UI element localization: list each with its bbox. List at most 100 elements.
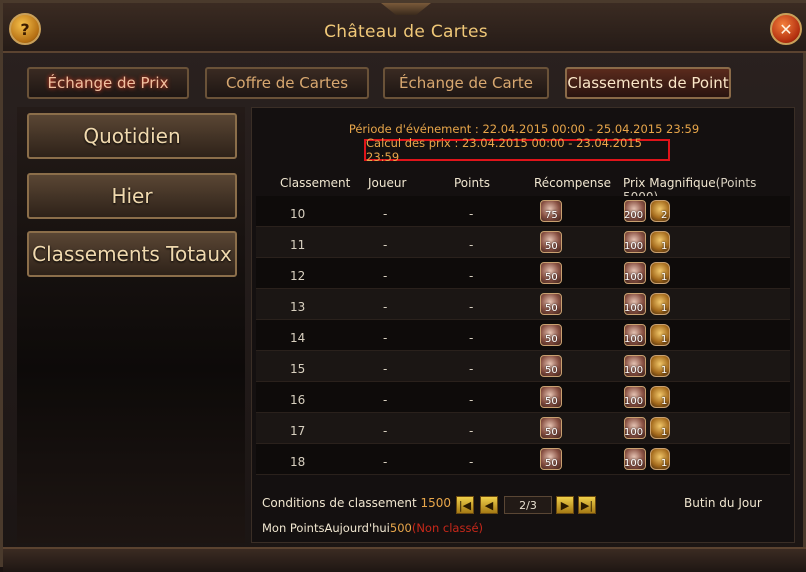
grand-prize-gem-amount: 100: [624, 365, 644, 376]
grand-prize-bag-amount: 1: [661, 396, 668, 407]
table-row: 13 - - 50 100 1: [256, 289, 790, 320]
grand-prize-bag-amount: 1: [661, 427, 668, 438]
rank-cell: 16: [290, 393, 306, 407]
header-points: Points: [454, 176, 491, 190]
sidebar-item-classements-totaux[interactable]: Classements Totaux: [27, 231, 237, 277]
daily-loot-button[interactable]: Butin du Jour: [684, 496, 762, 510]
table-row: 18 - - 50 100 1: [256, 444, 790, 475]
points-cell: -: [469, 300, 474, 314]
player-cell: -: [383, 300, 388, 314]
help-button[interactable]: ?: [9, 13, 41, 45]
conditions-value: 1500: [420, 496, 452, 510]
player-cell: -: [383, 331, 388, 345]
player-cell: -: [383, 424, 388, 438]
points-cell: -: [469, 455, 474, 469]
reward-amount: 50: [545, 396, 558, 407]
points-cell: -: [469, 424, 474, 438]
grand-prize-gem-amount: 100: [624, 427, 644, 438]
header-rank: Classement: [280, 176, 351, 190]
grand-prize-bag-amount: 1: [661, 334, 668, 345]
pagination: |◀ ◀ 2/3 ▶ ▶|: [456, 496, 596, 516]
conditions-label: Conditions de classement: [262, 496, 417, 510]
grand-prize-gem-amount: 200: [624, 210, 644, 221]
ranking-table: Classement Joueur Points Récompense Prix…: [256, 170, 790, 475]
header-player: Joueur: [368, 176, 407, 190]
rank-cell: 18: [290, 455, 306, 469]
ranking-conditions: Conditions de classement 1500: [262, 496, 451, 510]
title-ornament: [381, 3, 431, 15]
my-points-value: 500: [389, 521, 412, 535]
player-cell: -: [383, 455, 388, 469]
rank-cell: 14: [290, 331, 306, 345]
player-cell: -: [383, 269, 388, 283]
first-page-button[interactable]: |◀: [456, 496, 474, 514]
ranking-panel: Période d'événement : 22.04.2015 00:00 -…: [251, 107, 795, 543]
grand-prize-bag-amount: 1: [661, 365, 668, 376]
player-cell: -: [383, 238, 388, 252]
close-button[interactable]: ✕: [770, 13, 802, 45]
player-cell: -: [383, 207, 388, 221]
header-reward: Récompense: [534, 176, 612, 190]
grand-prize-gem-amount: 100: [624, 241, 644, 252]
points-cell: -: [469, 207, 474, 221]
ranking-footer: Conditions de classement 1500 Mon Points…: [252, 492, 796, 542]
reward-amount: 50: [545, 334, 558, 345]
rank-cell: 11: [290, 238, 306, 252]
reward-amount: 50: [545, 458, 558, 469]
page-indicator: 2/3: [504, 496, 552, 514]
sidebar-item-hier[interactable]: Hier: [27, 173, 237, 219]
reward-amount: 50: [545, 303, 558, 314]
points-cell: -: [469, 269, 474, 283]
window-title: Château de Cartes: [324, 22, 488, 42]
grand-prize-gem-amount: 100: [624, 272, 644, 283]
table-row: 11 - - 50 100 1: [256, 227, 790, 258]
prize-calculation-period: Calcul des prix : 23.04.2015 00:00 - 23.…: [364, 136, 670, 164]
points-cell: -: [469, 331, 474, 345]
reward-amount: 75: [545, 210, 558, 221]
title-bar: Château de Cartes: [3, 3, 806, 53]
event-period: Période d'événement : 22.04.2015 00:00 -…: [348, 122, 700, 136]
table-row: 15 - - 50 100 1: [256, 351, 790, 382]
table-body: 10- -75 200 2 11- -50 100 1 12- -50 100 1 13- -50 100 1…: [256, 196, 790, 475]
grand-prize-bag-amount: 2: [661, 210, 668, 221]
prev-page-button[interactable]: ◀: [480, 496, 498, 514]
grand-prize-bag-amount: 1: [661, 303, 668, 314]
next-page-button[interactable]: ▶: [556, 496, 574, 514]
header-grand-prize-label: Prix Magnifique: [623, 176, 716, 190]
tab-classements-de-point[interactable]: Classements de Point: [565, 67, 731, 99]
rank-cell: 13: [290, 300, 306, 314]
my-points-label: Mon PointsAujourd'hui: [262, 521, 390, 535]
reward-amount: 50: [545, 272, 558, 283]
last-page-button[interactable]: ▶|: [578, 496, 596, 514]
tab-bar: Échange de Prix Coffre de Cartes Échange…: [3, 63, 806, 103]
player-cell: -: [383, 393, 388, 407]
player-cell: -: [383, 362, 388, 376]
points-cell: -: [469, 393, 474, 407]
grand-prize-gem-amount: 100: [624, 458, 644, 469]
rank-cell: 12: [290, 269, 306, 283]
table-row: 16 - - 50 100 1: [256, 382, 790, 413]
game-window: Château de Cartes ? ✕ Échange de Prix Co…: [0, 0, 806, 572]
tab-echange-de-prix[interactable]: Échange de Prix: [27, 67, 189, 99]
grand-prize-gem-amount: 100: [624, 334, 644, 345]
ranking-sidebar: Quotidien Hier Classements Totaux: [17, 107, 245, 543]
grand-prize-bag-amount: 1: [661, 272, 668, 283]
rank-cell: 15: [290, 362, 306, 376]
grand-prize-gem-amount: 100: [624, 396, 644, 407]
points-cell: -: [469, 238, 474, 252]
table-row: 17 - - 50 100 1: [256, 413, 790, 444]
grand-prize-bag-amount: 1: [661, 458, 668, 469]
tab-echange-de-carte[interactable]: Échange de Carte: [383, 67, 549, 99]
grand-prize-bag-amount: 1: [661, 241, 668, 252]
points-cell: -: [469, 362, 474, 376]
reward-amount: 50: [545, 241, 558, 252]
my-points: Mon PointsAujourd'hui500(Non classé): [262, 521, 483, 535]
reward-amount: 50: [545, 365, 558, 376]
table-row: 10 - - 75 200 2: [256, 196, 790, 227]
reward-amount: 50: [545, 427, 558, 438]
tab-coffre-de-cartes[interactable]: Coffre de Cartes: [205, 67, 369, 99]
table-row: 12 - - 50 100 1: [256, 258, 790, 289]
grand-prize-gem-amount: 100: [624, 303, 644, 314]
window-footer-bar: [3, 547, 806, 572]
sidebar-item-quotidien[interactable]: Quotidien: [27, 113, 237, 159]
